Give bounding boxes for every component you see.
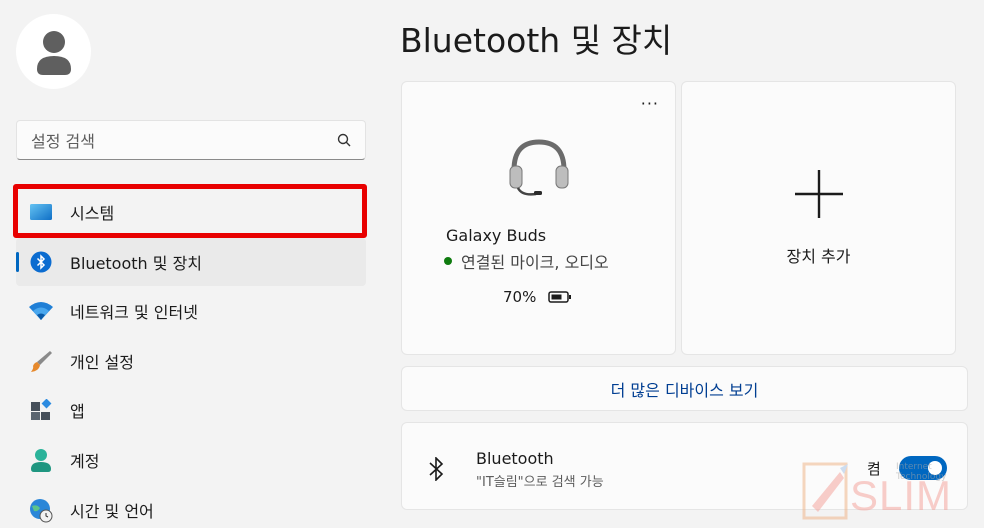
more-options-button[interactable]: ···: [641, 96, 659, 112]
bluetooth-icon: [28, 249, 54, 275]
add-device-label: 장치 추가: [786, 247, 851, 266]
sidebar-item-bluetooth[interactable]: Bluetooth 및 장치: [16, 237, 366, 286]
sidebar-item-label: 계정: [70, 451, 100, 471]
network-icon: [28, 298, 54, 324]
device-name: Galaxy Buds: [446, 226, 547, 245]
device-card[interactable]: ··· Galaxy Buds 연결된 마이크, 오디오 70%: [401, 81, 676, 355]
view-more-devices-link[interactable]: 더 많은 디바이스 보기: [611, 377, 759, 401]
search-input[interactable]: 설정 검색: [31, 128, 95, 152]
plus-icon: [794, 170, 843, 218]
view-more-devices-button[interactable]: 더 많은 디바이스 보기: [401, 366, 968, 411]
bluetooth-setting-row: Bluetooth "IT슬림"으로 검색 가능 켬: [401, 422, 968, 510]
sidebar-item-label: 네트워크 및 인터넷: [70, 303, 198, 323]
system-icon: [28, 199, 54, 225]
sidebar-nav: 시스템 Bluetooth 및 장치 네트워크 및 인터넷 개인 설정 앱 계정…: [16, 188, 366, 528]
sidebar-item-accounts[interactable]: 계정: [16, 436, 366, 484]
battery-percent: 70%: [503, 288, 537, 306]
connected-dot-icon: [444, 257, 452, 265]
bluetooth-subtitle: "IT슬림"으로 검색 가능: [476, 475, 604, 490]
bluetooth-icon: [429, 457, 444, 481]
sidebar-item-label: Bluetooth 및 장치: [70, 253, 203, 273]
sidebar-item-label: 개인 설정: [70, 352, 134, 372]
device-status: 연결된 마이크, 오디오: [444, 249, 609, 273]
search-icon[interactable]: [337, 133, 351, 147]
account-icon: [28, 447, 54, 473]
headset-icon: [509, 139, 569, 196]
search-box[interactable]: 설정 검색: [16, 120, 366, 160]
sidebar-item-apps[interactable]: 앱: [16, 386, 366, 434]
battery-status: 70%: [503, 288, 572, 306]
sidebar-item-time-language[interactable]: 시간 및 언어: [16, 486, 366, 528]
brush-icon: [28, 348, 54, 374]
globe-clock-icon: [28, 497, 54, 523]
bluetooth-toggle[interactable]: [899, 456, 947, 480]
toggle-knob: [928, 461, 942, 475]
device-status-text: 연결된 마이크, 오디오: [461, 253, 609, 272]
apps-icon: [28, 397, 54, 423]
add-device-card[interactable]: 장치 추가: [681, 81, 956, 355]
sidebar-item-system[interactable]: 시스템: [16, 188, 366, 236]
bluetooth-title: Bluetooth: [476, 449, 554, 468]
battery-icon: [548, 291, 572, 303]
sidebar-item-label: 시간 및 언어: [70, 501, 154, 521]
sidebar-item-network[interactable]: 네트워크 및 인터넷: [16, 287, 366, 335]
bluetooth-toggle-label: 켬: [867, 460, 881, 478]
page-title: Bluetooth 및 장치: [400, 21, 673, 60]
sidebar-item-label: 앱: [70, 402, 85, 422]
sidebar-item-personalization[interactable]: 개인 설정: [16, 337, 366, 385]
user-icon: [36, 30, 71, 75]
user-avatar[interactable]: [16, 14, 91, 89]
sidebar-item-label: 시스템: [70, 204, 115, 223]
